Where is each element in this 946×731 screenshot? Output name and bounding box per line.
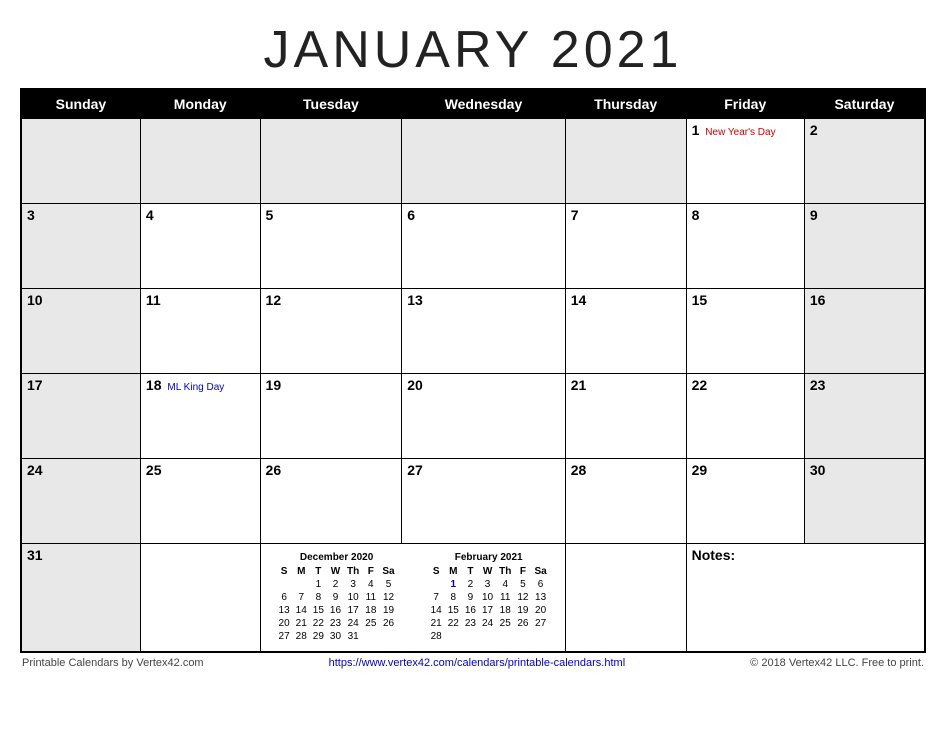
- day-number: 20: [407, 377, 423, 393]
- header-friday: Friday: [686, 89, 804, 119]
- day-number: 28: [571, 462, 587, 478]
- week-row: 1 New Year's Day 2: [21, 119, 925, 204]
- page-title: JANUARY 2021: [20, 10, 926, 88]
- table-row: 9: [804, 204, 925, 289]
- day-number: 23: [810, 377, 826, 393]
- mini-calendars-cell: December 2020 SMTWThFSa 12345 6789101112…: [260, 544, 565, 653]
- week-row: 17 18 ML King Day 19 20 21 22 23: [21, 374, 925, 459]
- table-row: 10: [21, 289, 140, 374]
- table-row: [565, 119, 686, 204]
- table-row: [402, 119, 565, 204]
- table-row: 17: [21, 374, 140, 459]
- header-thursday: Thursday: [565, 89, 686, 119]
- table-row: 25: [140, 459, 260, 544]
- table-row: 26: [260, 459, 402, 544]
- header-sunday: Sunday: [21, 89, 140, 119]
- day-number: 1: [692, 122, 700, 138]
- table-row: 8: [686, 204, 804, 289]
- table-row: 6: [402, 204, 565, 289]
- table-row: 21: [565, 374, 686, 459]
- day-number: 26: [266, 462, 282, 478]
- footer: Printable Calendars by Vertex42.com http…: [20, 653, 926, 673]
- dec-mini-title: December 2020: [276, 552, 398, 563]
- table-row: 28: [565, 459, 686, 544]
- day-number: 6: [407, 207, 415, 223]
- table-row: 13: [402, 289, 565, 374]
- week-row: 24 25 26 27 28 29 30: [21, 459, 925, 544]
- day-number: 8: [692, 207, 700, 223]
- table-row: 29: [686, 459, 804, 544]
- table-row: 20: [402, 374, 565, 459]
- day-number: 10: [27, 292, 43, 308]
- week-row: 3 4 5 6 7 8 9: [21, 204, 925, 289]
- table-row: 4: [140, 204, 260, 289]
- last-week-row: 31 December 2020 SMTWThFSa 12345 6789101…: [21, 544, 925, 653]
- days-header-row: Sunday Monday Tuesday Wednesday Thursday…: [21, 89, 925, 119]
- footer-center[interactable]: https://www.vertex42.com/calendars/print…: [329, 657, 626, 669]
- table-row: 23: [804, 374, 925, 459]
- table-row: 27: [402, 459, 565, 544]
- day-number: 18: [146, 377, 162, 393]
- table-row: 12: [260, 289, 402, 374]
- table-row: [140, 544, 260, 653]
- day-number: 16: [810, 292, 826, 308]
- header-saturday: Saturday: [804, 89, 925, 119]
- table-row: [21, 119, 140, 204]
- day-number: 13: [407, 292, 423, 308]
- day-number: 17: [27, 377, 43, 393]
- day-number: 7: [571, 207, 579, 223]
- table-row: 11: [140, 289, 260, 374]
- day-number: 19: [266, 377, 282, 393]
- week-row: 10 11 12 13 14 15 16: [21, 289, 925, 374]
- day-number: 11: [146, 292, 161, 308]
- notes-cell: Notes:: [686, 544, 925, 653]
- day-number: 4: [146, 207, 154, 223]
- day-number: 2: [810, 122, 818, 138]
- footer-right: © 2018 Vertex42 LLC. Free to print.: [750, 657, 924, 669]
- day-number: 24: [27, 462, 43, 478]
- day-number: 25: [146, 462, 162, 478]
- day-number: 22: [692, 377, 708, 393]
- day-number: 31: [27, 547, 43, 563]
- footer-left: Printable Calendars by Vertex42.com: [22, 657, 204, 669]
- header-wednesday: Wednesday: [402, 89, 565, 119]
- table-row: 30: [804, 459, 925, 544]
- header-tuesday: Tuesday: [260, 89, 402, 119]
- day-number: 27: [407, 462, 423, 478]
- table-row: 16: [804, 289, 925, 374]
- table-row: [140, 119, 260, 204]
- day-number: 29: [692, 462, 708, 478]
- day-number: 21: [571, 377, 587, 393]
- day-number: 3: [27, 207, 35, 223]
- header-monday: Monday: [140, 89, 260, 119]
- table-row: 24: [21, 459, 140, 544]
- table-row: 5: [260, 204, 402, 289]
- table-row: 31: [21, 544, 140, 653]
- day-number: 14: [571, 292, 587, 308]
- day-number: 9: [810, 207, 818, 223]
- feb-mini-title: February 2021: [428, 552, 550, 563]
- table-row: 22: [686, 374, 804, 459]
- table-row: [260, 119, 402, 204]
- notes-label: Notes:: [692, 547, 736, 563]
- february-mini-calendar: February 2021 SMTWThFSa 123456 789101112…: [428, 552, 550, 643]
- table-row: 2: [804, 119, 925, 204]
- holiday-label: New Year's Day: [705, 127, 775, 138]
- day-number: 30: [810, 462, 826, 478]
- day-number: 15: [692, 292, 708, 308]
- december-mini-calendar: December 2020 SMTWThFSa 12345 6789101112…: [276, 552, 398, 643]
- table-row: 15: [686, 289, 804, 374]
- holiday-label: ML King Day: [167, 382, 224, 393]
- table-row: 19: [260, 374, 402, 459]
- table-row: [565, 544, 686, 653]
- day-number: 12: [266, 292, 282, 308]
- table-row: 1 New Year's Day: [686, 119, 804, 204]
- table-row: 14: [565, 289, 686, 374]
- table-row: 18 ML King Day: [140, 374, 260, 459]
- table-row: 7: [565, 204, 686, 289]
- day-number: 5: [266, 207, 274, 223]
- table-row: 3: [21, 204, 140, 289]
- calendar-table: Sunday Monday Tuesday Wednesday Thursday…: [20, 88, 926, 653]
